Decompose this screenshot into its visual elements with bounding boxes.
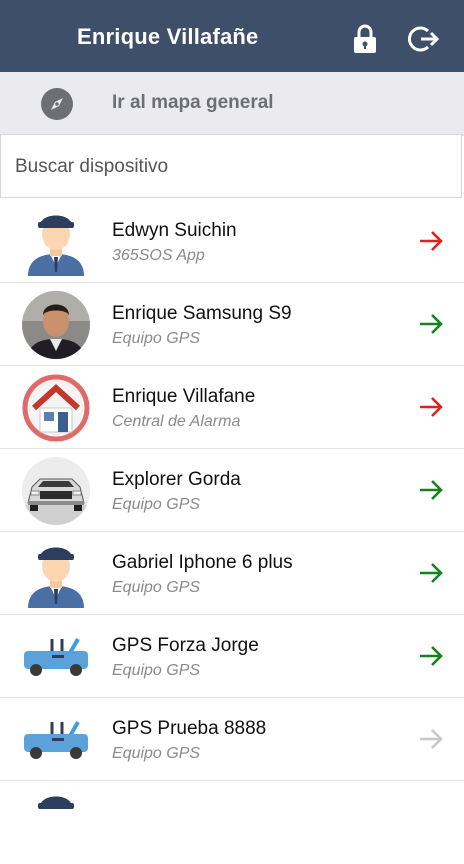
general-map-link[interactable]: Ir al mapa general bbox=[0, 72, 464, 136]
arrow-right-icon[interactable] bbox=[418, 311, 444, 337]
general-map-label: Ir al mapa general bbox=[112, 92, 274, 113]
police-officer-icon bbox=[28, 547, 84, 608]
arrow-right-icon[interactable] bbox=[418, 228, 444, 254]
search-input[interactable] bbox=[13, 135, 457, 199]
convertible-car-icon bbox=[24, 721, 88, 759]
device-type: Central de Alarma bbox=[112, 413, 241, 430]
compass-icon bbox=[41, 88, 73, 120]
house-icon bbox=[22, 374, 90, 442]
logout-icon[interactable] bbox=[408, 24, 440, 54]
user-name-title: Enrique Villafañe bbox=[77, 24, 259, 49]
list-item[interactable]: Enrique Villafane Central de Alarma bbox=[0, 366, 464, 449]
lock-icon[interactable] bbox=[352, 24, 378, 54]
device-type: Equipo GPS bbox=[112, 662, 201, 679]
device-type: Equipo GPS bbox=[112, 496, 201, 513]
person-photo bbox=[22, 291, 90, 359]
suv-photo bbox=[22, 457, 90, 525]
device-name: GPS Forza Jorge bbox=[112, 635, 259, 656]
list-item[interactable]: Explorer Gorda Equipo GPS bbox=[0, 449, 464, 532]
device-type: 365SOS App bbox=[112, 247, 205, 264]
device-type: Equipo GPS bbox=[112, 330, 201, 347]
police-officer-icon bbox=[38, 796, 74, 809]
convertible-car-icon bbox=[24, 638, 88, 676]
device-name: Gabriel Iphone 6 plus bbox=[112, 552, 293, 573]
list-item[interactable]: GPS Prueba 8888 Equipo GPS bbox=[0, 698, 464, 781]
list-item[interactable]: Enrique Samsung S9 Equipo GPS bbox=[0, 283, 464, 366]
device-name: Enrique Villafane bbox=[112, 386, 256, 407]
device-list: Edwyn Suichin 365SOS App Enrique Samsung… bbox=[0, 200, 464, 864]
device-name: Edwyn Suichin bbox=[112, 220, 237, 241]
device-name: Explorer Gorda bbox=[112, 469, 241, 490]
search-box bbox=[0, 134, 462, 199]
list-item[interactable]: Edwyn Suichin 365SOS App bbox=[0, 200, 464, 283]
list-item[interactable] bbox=[0, 781, 464, 864]
arrow-right-icon[interactable] bbox=[418, 394, 444, 420]
device-type: Equipo GPS bbox=[112, 579, 201, 596]
arrow-right-icon[interactable] bbox=[418, 726, 444, 752]
list-item[interactable]: GPS Forza Jorge Equipo GPS bbox=[0, 615, 464, 698]
arrow-right-icon[interactable] bbox=[418, 643, 444, 669]
device-name: GPS Prueba 8888 bbox=[112, 718, 267, 739]
police-officer-icon bbox=[28, 215, 84, 276]
device-type: Equipo GPS bbox=[112, 745, 201, 762]
list-item[interactable]: Gabriel Iphone 6 plus Equipo GPS bbox=[0, 532, 464, 615]
device-name: Enrique Samsung S9 bbox=[112, 303, 292, 324]
arrow-right-icon[interactable] bbox=[418, 477, 444, 503]
app-header: Enrique Villafañe bbox=[0, 0, 464, 72]
arrow-right-icon[interactable] bbox=[418, 560, 444, 586]
